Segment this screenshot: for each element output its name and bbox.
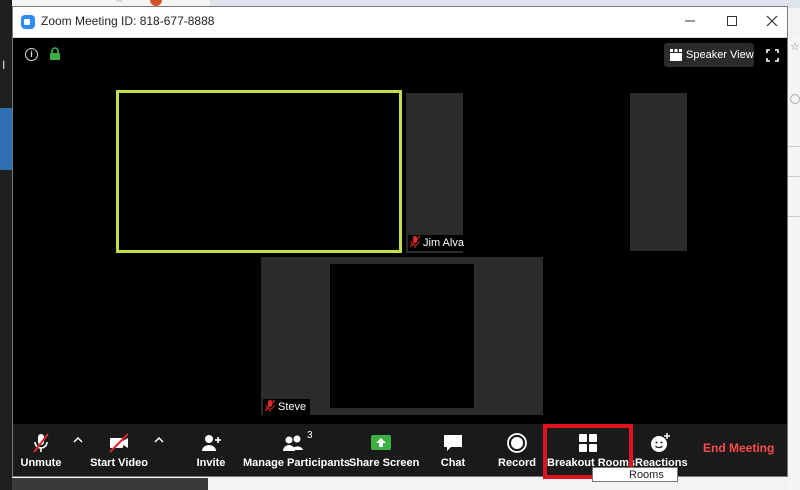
start-video-button[interactable]: Start Video bbox=[89, 424, 149, 476]
window-title: Zoom Meeting ID: 818-677-8888 bbox=[41, 14, 215, 28]
speaker-view-label: Speaker View bbox=[686, 49, 754, 61]
muted-mic-icon bbox=[410, 236, 420, 248]
maximize-button[interactable] bbox=[717, 11, 747, 33]
mic-muted-icon bbox=[33, 433, 49, 453]
manage-participants-button[interactable]: 3 Manage Participants bbox=[243, 424, 350, 476]
maximize-icon bbox=[727, 16, 737, 26]
bookmark-star-icon: ☆ bbox=[790, 41, 800, 53]
background-left-panel bbox=[0, 0, 12, 490]
participant-video-tile[interactable] bbox=[630, 93, 687, 251]
participant-video-tile[interactable]: Steve bbox=[261, 257, 543, 415]
video-options-chevron-icon[interactable] bbox=[152, 434, 166, 448]
start-video-label: Start Video bbox=[90, 457, 148, 469]
end-meeting-button[interactable]: End Meeting bbox=[703, 441, 774, 455]
participants-icon bbox=[283, 435, 303, 451]
emoji-add-icon bbox=[651, 433, 670, 452]
minimize-button[interactable] bbox=[675, 11, 705, 33]
background-radio-icon bbox=[790, 94, 800, 104]
background-taskbar-strip bbox=[12, 478, 208, 490]
speaker-view-button[interactable]: Speaker View bbox=[664, 43, 754, 67]
background-divider bbox=[788, 216, 800, 217]
participant-name-tag: Steve bbox=[263, 399, 311, 415]
close-button[interactable] bbox=[757, 11, 787, 33]
muted-mic-icon bbox=[265, 400, 275, 412]
active-speaker-video-tile[interactable] bbox=[116, 90, 402, 253]
participant-video-feed bbox=[330, 264, 474, 408]
manage-participants-label: Manage Participants bbox=[243, 457, 350, 469]
meeting-info-icon[interactable]: i bbox=[25, 48, 38, 61]
chat-button[interactable]: Chat bbox=[431, 424, 475, 476]
breakout-rooms-tooltip: Rooms bbox=[592, 467, 678, 482]
view-grid-icon bbox=[670, 49, 682, 61]
background-right-panel: ☆ bbox=[788, 36, 800, 490]
share-screen-label: Share Screen bbox=[349, 457, 420, 469]
zoom-logo-icon bbox=[21, 15, 35, 29]
chat-label: Chat bbox=[440, 457, 466, 469]
unmute-label: Unmute bbox=[20, 457, 62, 469]
audio-options-chevron-icon[interactable] bbox=[71, 434, 85, 448]
share-screen-button[interactable]: Share Screen bbox=[349, 424, 420, 476]
add-person-icon bbox=[202, 435, 221, 451]
zoom-meeting-window: Zoom Meeting ID: 818-677-8888 i Speaker … bbox=[12, 6, 788, 479]
record-icon bbox=[507, 433, 527, 453]
unmute-button[interactable]: Unmute bbox=[13, 424, 69, 476]
invite-button[interactable]: Invite bbox=[189, 424, 233, 476]
participant-count: 3 bbox=[307, 430, 313, 441]
minimize-icon bbox=[685, 20, 695, 22]
video-off-icon bbox=[109, 433, 129, 453]
invite-label: Invite bbox=[196, 457, 226, 469]
share-screen-icon bbox=[371, 435, 391, 450]
close-icon bbox=[766, 15, 778, 27]
background-divider bbox=[788, 176, 800, 177]
participant-video-tile[interactable]: Jim Alva bbox=[406, 93, 468, 253]
chat-bubble-icon bbox=[444, 435, 462, 451]
encryption-lock-icon[interactable] bbox=[49, 47, 61, 61]
background-left-letter: I bbox=[2, 58, 6, 72]
title-bar: Zoom Meeting ID: 818-677-8888 bbox=[13, 7, 787, 38]
record-button[interactable]: Record bbox=[495, 424, 539, 476]
background-divider bbox=[788, 146, 800, 147]
background-left-thumbnail bbox=[0, 108, 12, 170]
participant-name: Jim Alva bbox=[423, 237, 464, 249]
participant-name-tag: Jim Alva bbox=[408, 235, 468, 251]
participant-name: Steve bbox=[278, 401, 307, 413]
record-label: Record bbox=[498, 457, 536, 469]
fullscreen-icon[interactable] bbox=[766, 49, 779, 62]
